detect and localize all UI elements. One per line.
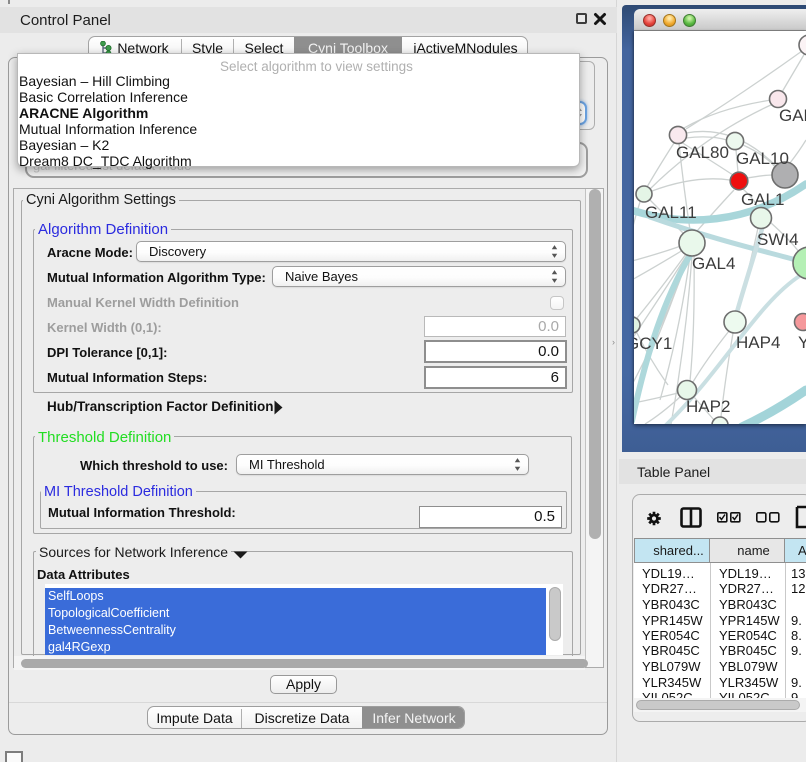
- svg-text:GAL4: GAL4: [692, 254, 735, 273]
- svg-text:GAL10: GAL10: [736, 149, 789, 168]
- svg-text:GCY1: GCY1: [634, 334, 672, 353]
- svg-text:GAL1: GAL1: [741, 190, 784, 209]
- svg-text:HAP2: HAP2: [686, 397, 730, 416]
- svg-text:GAL80: GAL80: [676, 143, 729, 162]
- svg-text:GAL: GAL: [779, 106, 806, 125]
- svg-text:HAP4: HAP4: [736, 333, 780, 352]
- svg-text:SWI4: SWI4: [757, 230, 799, 249]
- svg-text:GAL11: GAL11: [645, 203, 697, 222]
- svg-text:Y: Y: [798, 333, 806, 352]
